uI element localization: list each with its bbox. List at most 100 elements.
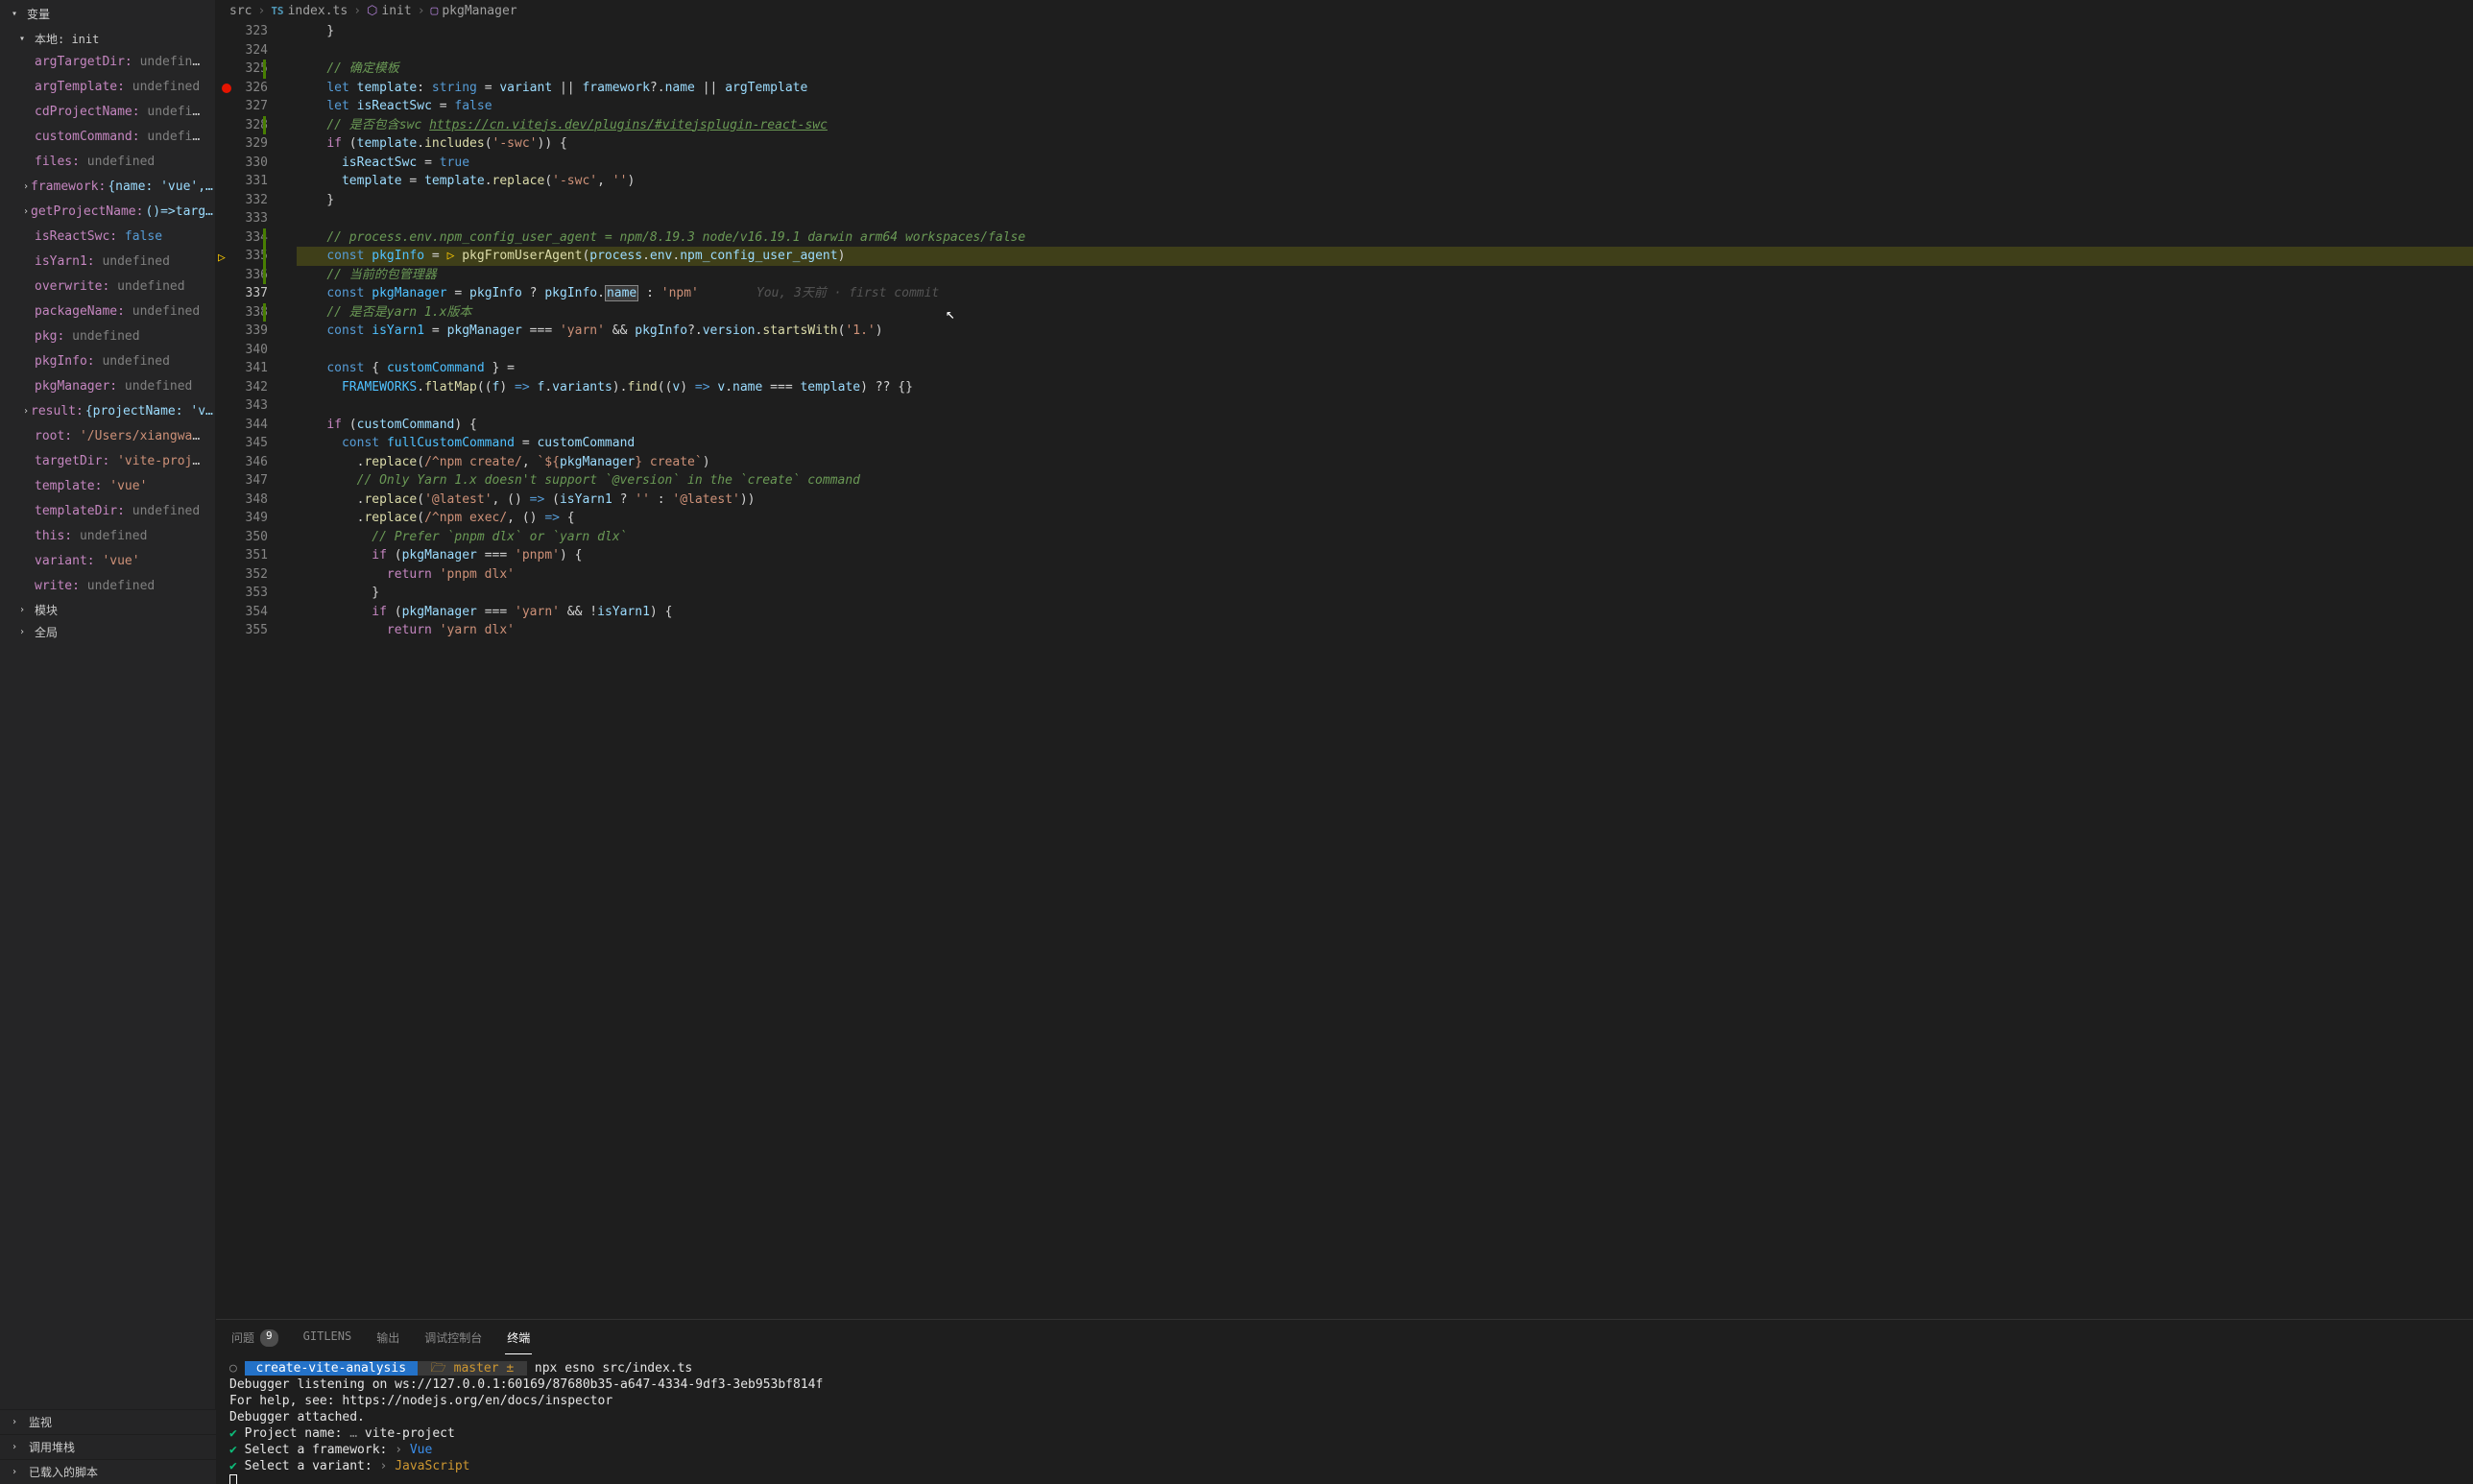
- variable-files[interactable]: files: undefined: [0, 150, 215, 175]
- terminal-line: For help, see: https://nodejs.org/en/doc…: [229, 1393, 2460, 1409]
- code-line-340[interactable]: [297, 341, 2473, 360]
- variable-template[interactable]: template: 'vue': [0, 474, 215, 499]
- code-line-326[interactable]: let template: string = variant || framew…: [297, 79, 2473, 98]
- panel-section[interactable]: ›监视: [0, 1409, 216, 1434]
- variable-templateDir[interactable]: templateDir: undefined: [0, 499, 215, 524]
- variable-icon: ▢: [431, 4, 439, 18]
- code-line-342[interactable]: FRAMEWORKS.flatMap((f) => f.variants).fi…: [297, 378, 2473, 397]
- code-line-352[interactable]: return 'pnpm dlx': [297, 565, 2473, 585]
- code-line-338[interactable]: // 是否是yarn 1.x版本: [297, 303, 2473, 323]
- variables-title: 变量: [27, 6, 50, 22]
- panel-tab-问题[interactable]: 问题9: [229, 1326, 280, 1354]
- change-marker: [263, 116, 266, 135]
- code-line-337[interactable]: const pkgManager = pkgInfo ? pkgInfo.nam…: [297, 284, 2473, 303]
- code-line-349[interactable]: .replace(/^npm exec/, () => {: [297, 509, 2473, 528]
- code-line-354[interactable]: if (pkgManager === 'yarn' && !isYarn1) {: [297, 603, 2473, 622]
- code-line-343[interactable]: [297, 396, 2473, 416]
- chevron-right-icon: ›: [12, 1442, 23, 1452]
- change-marker: [263, 228, 266, 248]
- chevron-right-icon: ›: [19, 605, 31, 615]
- variable-pkgInfo[interactable]: pkgInfo: undefined: [0, 349, 215, 374]
- code-line-344[interactable]: if (customCommand) {: [297, 416, 2473, 435]
- terminal-prompt-line: ○ create-vite-analysis 🗁 master ± npx es…: [229, 1360, 2460, 1376]
- panel-tabs: 问题9 GITLENS 输出调试控制台终端: [216, 1320, 2473, 1354]
- breadcrumb-src[interactable]: src: [229, 4, 252, 18]
- panel-tab-终端[interactable]: 终端: [505, 1326, 532, 1354]
- code-line-339[interactable]: const isYarn1 = pkgManager === 'yarn' &&…: [297, 322, 2473, 341]
- code-line-333[interactable]: [297, 209, 2473, 228]
- variable-argTargetDir[interactable]: argTargetDir: undefined: [0, 50, 215, 75]
- code-line-336[interactable]: // 当前的包管理器: [297, 266, 2473, 285]
- code-line-323[interactable]: }: [297, 22, 2473, 41]
- variable-pkg[interactable]: pkg: undefined: [0, 324, 215, 349]
- variable-pkgManager[interactable]: pkgManager: undefined: [0, 374, 215, 399]
- problems-badge: 9: [260, 1329, 278, 1347]
- variable-customCommand[interactable]: customCommand: undefined: [0, 125, 215, 150]
- scope-section[interactable]: ›全局: [0, 621, 215, 643]
- variable-framework[interactable]: ›framework: {name: 'vue',…: [0, 175, 215, 200]
- code-editor[interactable]: 323324325326327328329330331332333334335▷…: [216, 22, 2473, 1319]
- editor-area: src › TS index.ts › ⬡ init › ▢ pkgManage…: [216, 0, 2473, 1484]
- terminal-prompt-answer: ✔ Project name: … vite-project: [229, 1425, 2460, 1442]
- variable-isYarn1[interactable]: isYarn1: undefined: [0, 250, 215, 275]
- code-line-324[interactable]: [297, 41, 2473, 60]
- variable-overwrite[interactable]: overwrite: undefined: [0, 275, 215, 299]
- breadcrumb-file[interactable]: TS index.ts: [271, 4, 348, 18]
- variable-root[interactable]: root: '/Users/xiangwang/…: [0, 424, 215, 449]
- breadcrumb[interactable]: src › TS index.ts › ⬡ init › ▢ pkgManage…: [216, 0, 2473, 22]
- scope-section[interactable]: ›模块: [0, 599, 215, 621]
- variable-write[interactable]: write: undefined: [0, 574, 215, 599]
- code-line-355[interactable]: return 'yarn dlx': [297, 621, 2473, 640]
- code-line-327[interactable]: let isReactSwc = false: [297, 97, 2473, 116]
- code-line-332[interactable]: }: [297, 191, 2473, 210]
- code-line-329[interactable]: if (template.includes('-swc')) {: [297, 134, 2473, 154]
- terminal-output[interactable]: ○ create-vite-analysis 🗁 master ± npx es…: [216, 1354, 2473, 1484]
- variable-argTemplate[interactable]: argTemplate: undefined: [0, 75, 215, 100]
- variable-variant[interactable]: variant: 'vue': [0, 549, 215, 574]
- chevron-right-icon: ›: [23, 177, 29, 198]
- code-line-341[interactable]: const { customCommand } =: [297, 359, 2473, 378]
- code-line-325[interactable]: // 确定模板: [297, 60, 2473, 79]
- variable-cdProjectName[interactable]: cdProjectName: undefined: [0, 100, 215, 125]
- variable-isReactSwc[interactable]: isReactSwc: false: [0, 225, 215, 250]
- chevron-right-icon: ›: [23, 202, 29, 223]
- code-line-330[interactable]: isReactSwc = true: [297, 154, 2473, 173]
- chevron-down-icon: ▾: [12, 9, 23, 19]
- code-line-331[interactable]: template = template.replace('-swc', ''): [297, 172, 2473, 191]
- code-line-335[interactable]: const pkgInfo = ▷ pkgFromUserAgent(proce…: [297, 247, 2473, 266]
- panel-tab-输出[interactable]: 输出: [374, 1326, 401, 1354]
- variables-header[interactable]: ▾ 变量: [0, 0, 215, 28]
- chevron-right-icon: ›: [23, 401, 29, 422]
- code-line-351[interactable]: if (pkgManager === 'pnpm') {: [297, 546, 2473, 565]
- breadcrumb-var[interactable]: ▢ pkgManager: [431, 4, 517, 18]
- variable-targetDir[interactable]: targetDir: 'vite-project': [0, 449, 215, 474]
- code-line-347[interactable]: // Only Yarn 1.x doesn't support `@versi…: [297, 471, 2473, 491]
- breakpoint-icon[interactable]: [222, 84, 231, 93]
- gitlens-annotation: You, 3天前 · first commit: [756, 286, 939, 300]
- variable-getProjectName[interactable]: ›getProjectName: ()=>targ…: [0, 200, 215, 225]
- code-line-350[interactable]: // Prefer `pnpm dlx` or `yarn dlx`: [297, 528, 2473, 547]
- scope-local[interactable]: ▾ 本地: init: [0, 28, 215, 50]
- panel-tab-GITLENS[interactable]: GITLENS: [301, 1326, 354, 1354]
- terminal-command: npx esno src/index.ts: [535, 1361, 692, 1376]
- code-line-346[interactable]: .replace(/^npm create/, `${pkgManager} c…: [297, 453, 2473, 472]
- chevron-right-icon: ›: [257, 4, 265, 18]
- chevron-right-icon: ›: [12, 1467, 23, 1477]
- panel-section[interactable]: ›已载入的脚本: [0, 1459, 216, 1484]
- code-line-334[interactable]: // process.env.npm_config_user_agent = n…: [297, 228, 2473, 248]
- prompt-branch: 🗁 master ±: [418, 1361, 527, 1376]
- code-line-328[interactable]: // 是否包含swc https://cn.vitejs.dev/plugins…: [297, 116, 2473, 135]
- panel-section[interactable]: ›调用堆栈: [0, 1434, 216, 1459]
- scope-label: 本地: init: [35, 31, 99, 47]
- variable-packageName[interactable]: packageName: undefined: [0, 299, 215, 324]
- variable-this[interactable]: this: undefined: [0, 524, 215, 549]
- code-line-348[interactable]: .replace('@latest', () => (isYarn1 ? '' …: [297, 491, 2473, 510]
- code-line-353[interactable]: }: [297, 584, 2473, 603]
- variable-result[interactable]: ›result: {projectName: 'v…: [0, 399, 215, 424]
- code-content[interactable]: } // 确定模板 let template: string = variant…: [285, 22, 2473, 1319]
- panel-tab-调试控制台[interactable]: 调试控制台: [422, 1326, 484, 1354]
- code-line-345[interactable]: const fullCustomCommand = customCommand: [297, 434, 2473, 453]
- prompt-project: create-vite-analysis: [245, 1361, 418, 1376]
- breadcrumb-fn[interactable]: ⬡ init: [367, 4, 412, 18]
- line-gutter[interactable]: 323324325326327328329330331332333334335▷…: [216, 22, 285, 1319]
